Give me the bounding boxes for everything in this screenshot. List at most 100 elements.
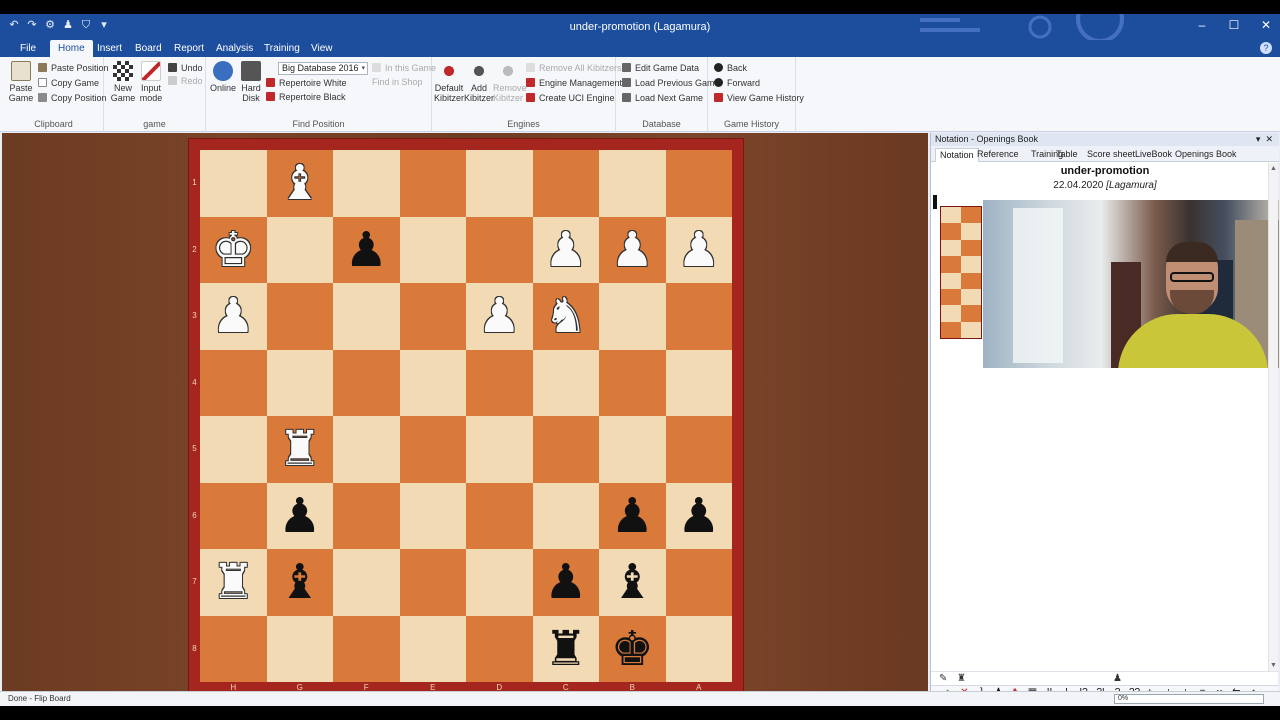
new-game-button[interactable]: New Game [108, 61, 138, 103]
tab-board[interactable]: Board [127, 40, 170, 57]
paste-position-button[interactable]: Paste Position [38, 61, 109, 75]
tab-insert[interactable]: Insert [89, 40, 130, 57]
database-select[interactable]: Big Database 2016 ▾ [278, 62, 368, 75]
panel-scrollbar[interactable]: ▲ ▼ [1268, 163, 1278, 671]
pawn-marker-icon[interactable]: ♟ [1113, 673, 1122, 684]
square-e3[interactable] [399, 283, 466, 350]
square-e4[interactable] [399, 349, 466, 416]
square-e2[interactable] [399, 216, 466, 283]
square-a8[interactable] [665, 615, 732, 682]
white-pawn-piece[interactable]: ♟ [466, 283, 533, 350]
square-e5[interactable] [399, 416, 466, 483]
repertoire-black-button[interactable]: Repertoire Black [266, 90, 346, 104]
tab-home[interactable]: Home [50, 40, 93, 57]
square-b2[interactable]: ♟ [599, 216, 666, 283]
edit-game-data-button[interactable]: Edit Game Data [622, 61, 699, 75]
remove-kibitzer-button[interactable]: Remove Kibitzer [493, 61, 527, 103]
square-f4[interactable] [333, 349, 400, 416]
rook-icon[interactable]: ♜ [957, 673, 966, 684]
tab-livebook[interactable]: LiveBook [1131, 148, 1176, 162]
pin-dropdown-icon[interactable]: ▾ [1256, 134, 1261, 144]
square-g5[interactable]: ♜ [266, 416, 334, 483]
square-h1[interactable] [200, 150, 267, 217]
square-e1[interactable] [399, 150, 466, 217]
black-king-piece[interactable]: ♚ [599, 616, 666, 683]
white-rook-piece[interactable]: ♜ [267, 416, 334, 483]
white-pawn-piece[interactable]: ♟ [200, 283, 267, 350]
square-g8[interactable] [266, 615, 333, 682]
white-pawn-piece[interactable]: ♟ [533, 217, 600, 284]
remove-all-kibitzers-button[interactable]: Remove All Kibitzers [526, 61, 622, 75]
square-b4[interactable] [599, 349, 666, 416]
square-a1[interactable] [665, 150, 732, 217]
back-button[interactable]: Back [714, 61, 747, 75]
white-king-piece[interactable]: ♚ [200, 217, 267, 284]
find-in-shop-button[interactable]: Find in Shop [372, 75, 423, 89]
square-a3[interactable] [665, 283, 732, 350]
square-d2[interactable] [466, 216, 533, 283]
square-f2[interactable]: ♟ [333, 216, 400, 283]
square-f5[interactable] [333, 416, 400, 483]
chessboard[interactable]: ♝ ♚ ♟ ♟ ♟ ♟ ♟ ♟ ♞ ♜ ♟ ♟ ♟ ♜ ♝ ♟ ♝ ♜ ♚ [200, 150, 732, 682]
close-icon[interactable]: ✕ [1260, 18, 1272, 32]
square-f7[interactable] [333, 549, 400, 616]
square-f6[interactable] [333, 482, 400, 549]
create-uci-engine-button[interactable]: Create UCI Engine [526, 91, 615, 105]
forward-button[interactable]: Forward [714, 76, 760, 90]
square-a2[interactable]: ♟ [665, 216, 733, 284]
scroll-down-icon[interactable]: ▼ [1270, 662, 1277, 669]
square-e6[interactable] [399, 482, 466, 549]
load-previous-game-button[interactable]: Load Previous Game [622, 76, 720, 90]
square-h5[interactable] [200, 416, 267, 483]
square-b7[interactable]: ♝ [599, 549, 666, 616]
white-pawn-piece[interactable]: ♟ [666, 217, 733, 284]
square-h8[interactable] [200, 615, 267, 682]
undo-button[interactable]: Undo [168, 61, 203, 75]
white-rook-piece[interactable]: ♜ [200, 549, 267, 616]
square-b1[interactable] [599, 150, 666, 217]
tab-file[interactable]: File [12, 40, 44, 57]
square-c3[interactable]: ♞ [532, 283, 599, 350]
load-next-game-button[interactable]: Load Next Game [622, 91, 703, 105]
black-pawn-piece[interactable]: ♟ [533, 549, 600, 616]
default-kibitzer-button[interactable]: Default Kibitzer [434, 61, 464, 103]
paste-game-button[interactable]: Paste Game [6, 61, 36, 103]
scroll-up-icon[interactable]: ▲ [1270, 165, 1277, 172]
square-g6[interactable]: ♟ [266, 482, 334, 550]
black-pawn-piece[interactable]: ♟ [267, 483, 334, 550]
square-h6[interactable] [200, 482, 267, 549]
square-f1[interactable] [333, 150, 400, 217]
square-d5[interactable] [466, 416, 533, 483]
square-c5[interactable] [532, 416, 599, 483]
square-b3[interactable] [599, 283, 666, 350]
square-c2[interactable]: ♟ [532, 216, 600, 284]
black-bishop-piece[interactable]: ♝ [267, 549, 334, 616]
tab-training[interactable]: Training [256, 40, 308, 57]
square-c8[interactable]: ♜ [532, 615, 599, 682]
square-b6[interactable]: ♟ [599, 482, 666, 550]
square-a4[interactable] [665, 349, 732, 416]
tab-table[interactable]: Table [1052, 148, 1082, 162]
square-c1[interactable] [532, 150, 599, 217]
square-g2[interactable] [266, 216, 333, 283]
square-g1[interactable]: ♝ [266, 150, 333, 217]
square-f3[interactable] [333, 283, 400, 350]
black-pawn-piece[interactable]: ♟ [599, 483, 666, 550]
square-c6[interactable] [532, 482, 599, 549]
square-d3[interactable]: ♟ [466, 283, 533, 350]
square-h4[interactable] [200, 349, 267, 416]
square-f8[interactable] [333, 615, 400, 682]
square-b5[interactable] [599, 416, 666, 483]
close-icon[interactable]: ✕ [1265, 134, 1273, 144]
view-game-history-button[interactable]: View Game History [714, 91, 804, 105]
repertoire-white-button[interactable]: Repertoire White [266, 76, 347, 90]
square-d6[interactable] [466, 482, 533, 549]
engine-management-button[interactable]: Engine Management [526, 76, 622, 90]
black-bishop-piece[interactable]: ♝ [599, 549, 666, 616]
square-a6[interactable]: ♟ [665, 482, 732, 549]
square-c4[interactable] [532, 349, 599, 416]
maximize-icon[interactable]: ☐ [1228, 18, 1240, 32]
hard-disk-button[interactable]: Hard Disk [236, 61, 266, 103]
annotate-icon[interactable]: ✎ [939, 673, 947, 684]
square-g4[interactable] [266, 349, 333, 416]
